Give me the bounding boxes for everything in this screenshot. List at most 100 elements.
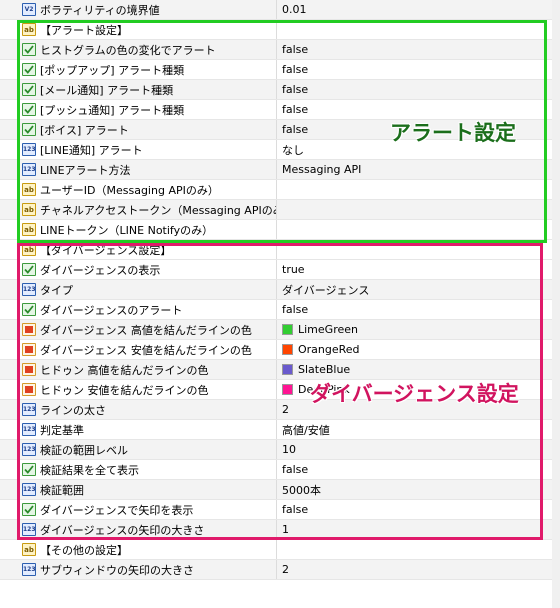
parameter-value-cell[interactable]: ダイバージェンス	[277, 280, 560, 299]
parameter-name-cell: [メール通知] アラート種類	[20, 80, 277, 99]
string-type-icon: ab	[22, 543, 36, 556]
parameter-value-cell[interactable]: true	[277, 260, 560, 279]
parameter-value-cell[interactable]	[277, 180, 560, 199]
section-header-row[interactable]: ab 【アラート設定】	[0, 20, 560, 40]
parameter-value-cell[interactable]: 1	[277, 520, 560, 539]
parameter-name-cell: 123 判定基準	[20, 420, 277, 439]
parameter-name-cell: 123 ラインの太さ	[20, 400, 277, 419]
parameter-value-cell[interactable]: 高値/安値	[277, 420, 560, 439]
parameter-row[interactable]: 123 LINEアラート方法 Messaging API	[0, 160, 560, 180]
parameter-value-cell[interactable]: 10	[277, 440, 560, 459]
parameter-name: [メール通知] アラート種類	[40, 83, 174, 97]
parameter-row[interactable]: ab ユーザーID（Messaging APIのみ）	[0, 180, 560, 200]
parameter-row[interactable]: ab LINEトークン（LINE Notifyのみ）	[0, 220, 560, 240]
parameter-row[interactable]: 123 検証範囲 5000本	[0, 480, 560, 500]
enum-type-icon: 123	[22, 443, 36, 456]
bool-type-icon	[22, 103, 36, 116]
parameter-value-cell[interactable]: 2	[277, 400, 560, 419]
parameter-name-cell: V2 ボラティリティの境界値	[20, 0, 277, 19]
parameter-name-cell: 検証結果を全て表示	[20, 460, 277, 479]
parameter-row[interactable]: 123 [LINE通知] アラート なし	[0, 140, 560, 160]
parameter-row[interactable]: 123 タイプ ダイバージェンス	[0, 280, 560, 300]
bool-type-icon	[22, 303, 36, 316]
parameter-value-cell[interactable]: false	[277, 40, 560, 59]
parameter-value: なし	[282, 143, 304, 157]
parameter-name-cell: 123 ダイバージェンスの矢印の大きさ	[20, 520, 277, 539]
parameter-name: [ポップアップ] アラート種類	[40, 63, 185, 77]
parameter-value: false	[282, 43, 309, 56]
parameter-value: 高値/安値	[282, 423, 330, 437]
parameter-row[interactable]: 検証結果を全て表示 false	[0, 460, 560, 480]
parameter-value: ダイバージェンス	[282, 283, 370, 297]
parameter-value: false	[282, 463, 309, 476]
parameter-value-cell[interactable]: DeepPink	[277, 380, 560, 399]
color-swatch	[282, 344, 293, 355]
parameter-row[interactable]: 123 ダイバージェンスの矢印の大きさ 1	[0, 520, 560, 540]
parameter-name: 検証結果を全て表示	[40, 463, 139, 477]
parameter-name-cell: ヒドゥン 安値を結んだラインの色	[20, 380, 277, 399]
parameter-row[interactable]: ダイバージェンスで矢印を表示 false	[0, 500, 560, 520]
parameter-value: 1	[282, 523, 289, 536]
parameter-value-cell[interactable]: OrangeRed	[277, 340, 560, 359]
parameter-value: SlateBlue	[298, 363, 351, 376]
parameter-name: 検証範囲	[40, 483, 84, 497]
color-type-icon	[22, 323, 36, 336]
parameter-value-cell[interactable]: SlateBlue	[277, 360, 560, 379]
parameter-name-cell: 123 検証の範囲レベル	[20, 440, 277, 459]
parameter-value-cell[interactable]: 2	[277, 560, 560, 579]
parameter-row[interactable]: [ポップアップ] アラート種類 false	[0, 60, 560, 80]
parameter-name-cell: 123 [LINE通知] アラート	[20, 140, 277, 159]
parameter-row[interactable]: ダイバージェンスの表示 true	[0, 260, 560, 280]
scrollbar[interactable]	[552, 0, 560, 608]
parameter-row[interactable]: ヒストグラムの色の変化でアラート false	[0, 40, 560, 60]
parameter-value-cell[interactable]: Messaging API	[277, 160, 560, 179]
parameter-name: ヒドゥン 高値を結んだラインの色	[40, 363, 209, 377]
parameter-value-cell[interactable]: false	[277, 80, 560, 99]
parameter-value: 2	[282, 563, 289, 576]
section-header-row[interactable]: ab 【その他の設定】	[0, 540, 560, 560]
parameter-value: 2	[282, 403, 289, 416]
parameter-name: ダイバージェンス 高値を結んだラインの色	[40, 323, 252, 337]
parameter-value-cell[interactable]	[277, 200, 560, 219]
parameter-name: ダイバージェンスの表示	[40, 263, 161, 277]
parameter-value-cell[interactable]: なし	[277, 140, 560, 159]
enum-type-icon: 123	[22, 483, 36, 496]
parameter-row[interactable]: 123 サブウィンドウの矢印の大きさ 2	[0, 560, 560, 580]
parameter-row[interactable]: [プッシュ通知] アラート種類 false	[0, 100, 560, 120]
parameter-value-cell[interactable]: 5000本	[277, 480, 560, 499]
parameter-value-cell[interactable]: false	[277, 60, 560, 79]
parameter-row[interactable]: ダイバージェンスのアラート false	[0, 300, 560, 320]
parameter-value-cell[interactable]: false	[277, 120, 560, 139]
parameter-value-cell[interactable]: false	[277, 500, 560, 519]
parameter-name-cell: 123 LINEアラート方法	[20, 160, 277, 179]
parameter-name-cell: [プッシュ通知] アラート種類	[20, 100, 277, 119]
parameter-row[interactable]: ヒドゥン 安値を結んだラインの色 DeepPink	[0, 380, 560, 400]
parameter-row[interactable]: V2 ボラティリティの境界値 0.01	[0, 0, 560, 20]
parameter-name: ヒドゥン 安値を結んだラインの色	[40, 383, 209, 397]
parameter-name: [LINE通知] アラート	[40, 143, 143, 157]
parameter-value-cell[interactable]	[277, 220, 560, 239]
parameter-value-cell[interactable]	[277, 20, 560, 39]
parameter-value-cell[interactable]: 0.01	[277, 0, 560, 19]
parameter-row[interactable]: ab チャネルアクセストークン（Messaging APIのみ）	[0, 200, 560, 220]
bool-type-icon	[22, 43, 36, 56]
parameter-value-cell[interactable]: false	[277, 460, 560, 479]
parameter-row[interactable]: 123 検証の範囲レベル 10	[0, 440, 560, 460]
parameter-row[interactable]: 123 判定基準 高値/安値	[0, 420, 560, 440]
parameter-row[interactable]: ダイバージェンス 高値を結んだラインの色 LimeGreen	[0, 320, 560, 340]
parameter-row[interactable]: [メール通知] アラート種類 false	[0, 80, 560, 100]
parameter-value-cell[interactable]: false	[277, 300, 560, 319]
section-header-row[interactable]: ab 【ダイバージェンス設定】	[0, 240, 560, 260]
parameter-value: false	[282, 83, 309, 96]
color-type-icon	[22, 383, 36, 396]
parameter-value-cell[interactable]	[277, 540, 560, 559]
parameter-row[interactable]: [ボイス] アラート false	[0, 120, 560, 140]
bool-type-icon	[22, 63, 36, 76]
parameter-value-cell[interactable]: false	[277, 100, 560, 119]
parameter-value: 0.01	[282, 3, 307, 16]
parameter-row[interactable]: ヒドゥン 高値を結んだラインの色 SlateBlue	[0, 360, 560, 380]
parameter-row[interactable]: ダイバージェンス 安値を結んだラインの色 OrangeRed	[0, 340, 560, 360]
parameter-value-cell[interactable]	[277, 240, 560, 259]
parameter-value-cell[interactable]: LimeGreen	[277, 320, 560, 339]
parameter-row[interactable]: 123 ラインの太さ 2	[0, 400, 560, 420]
